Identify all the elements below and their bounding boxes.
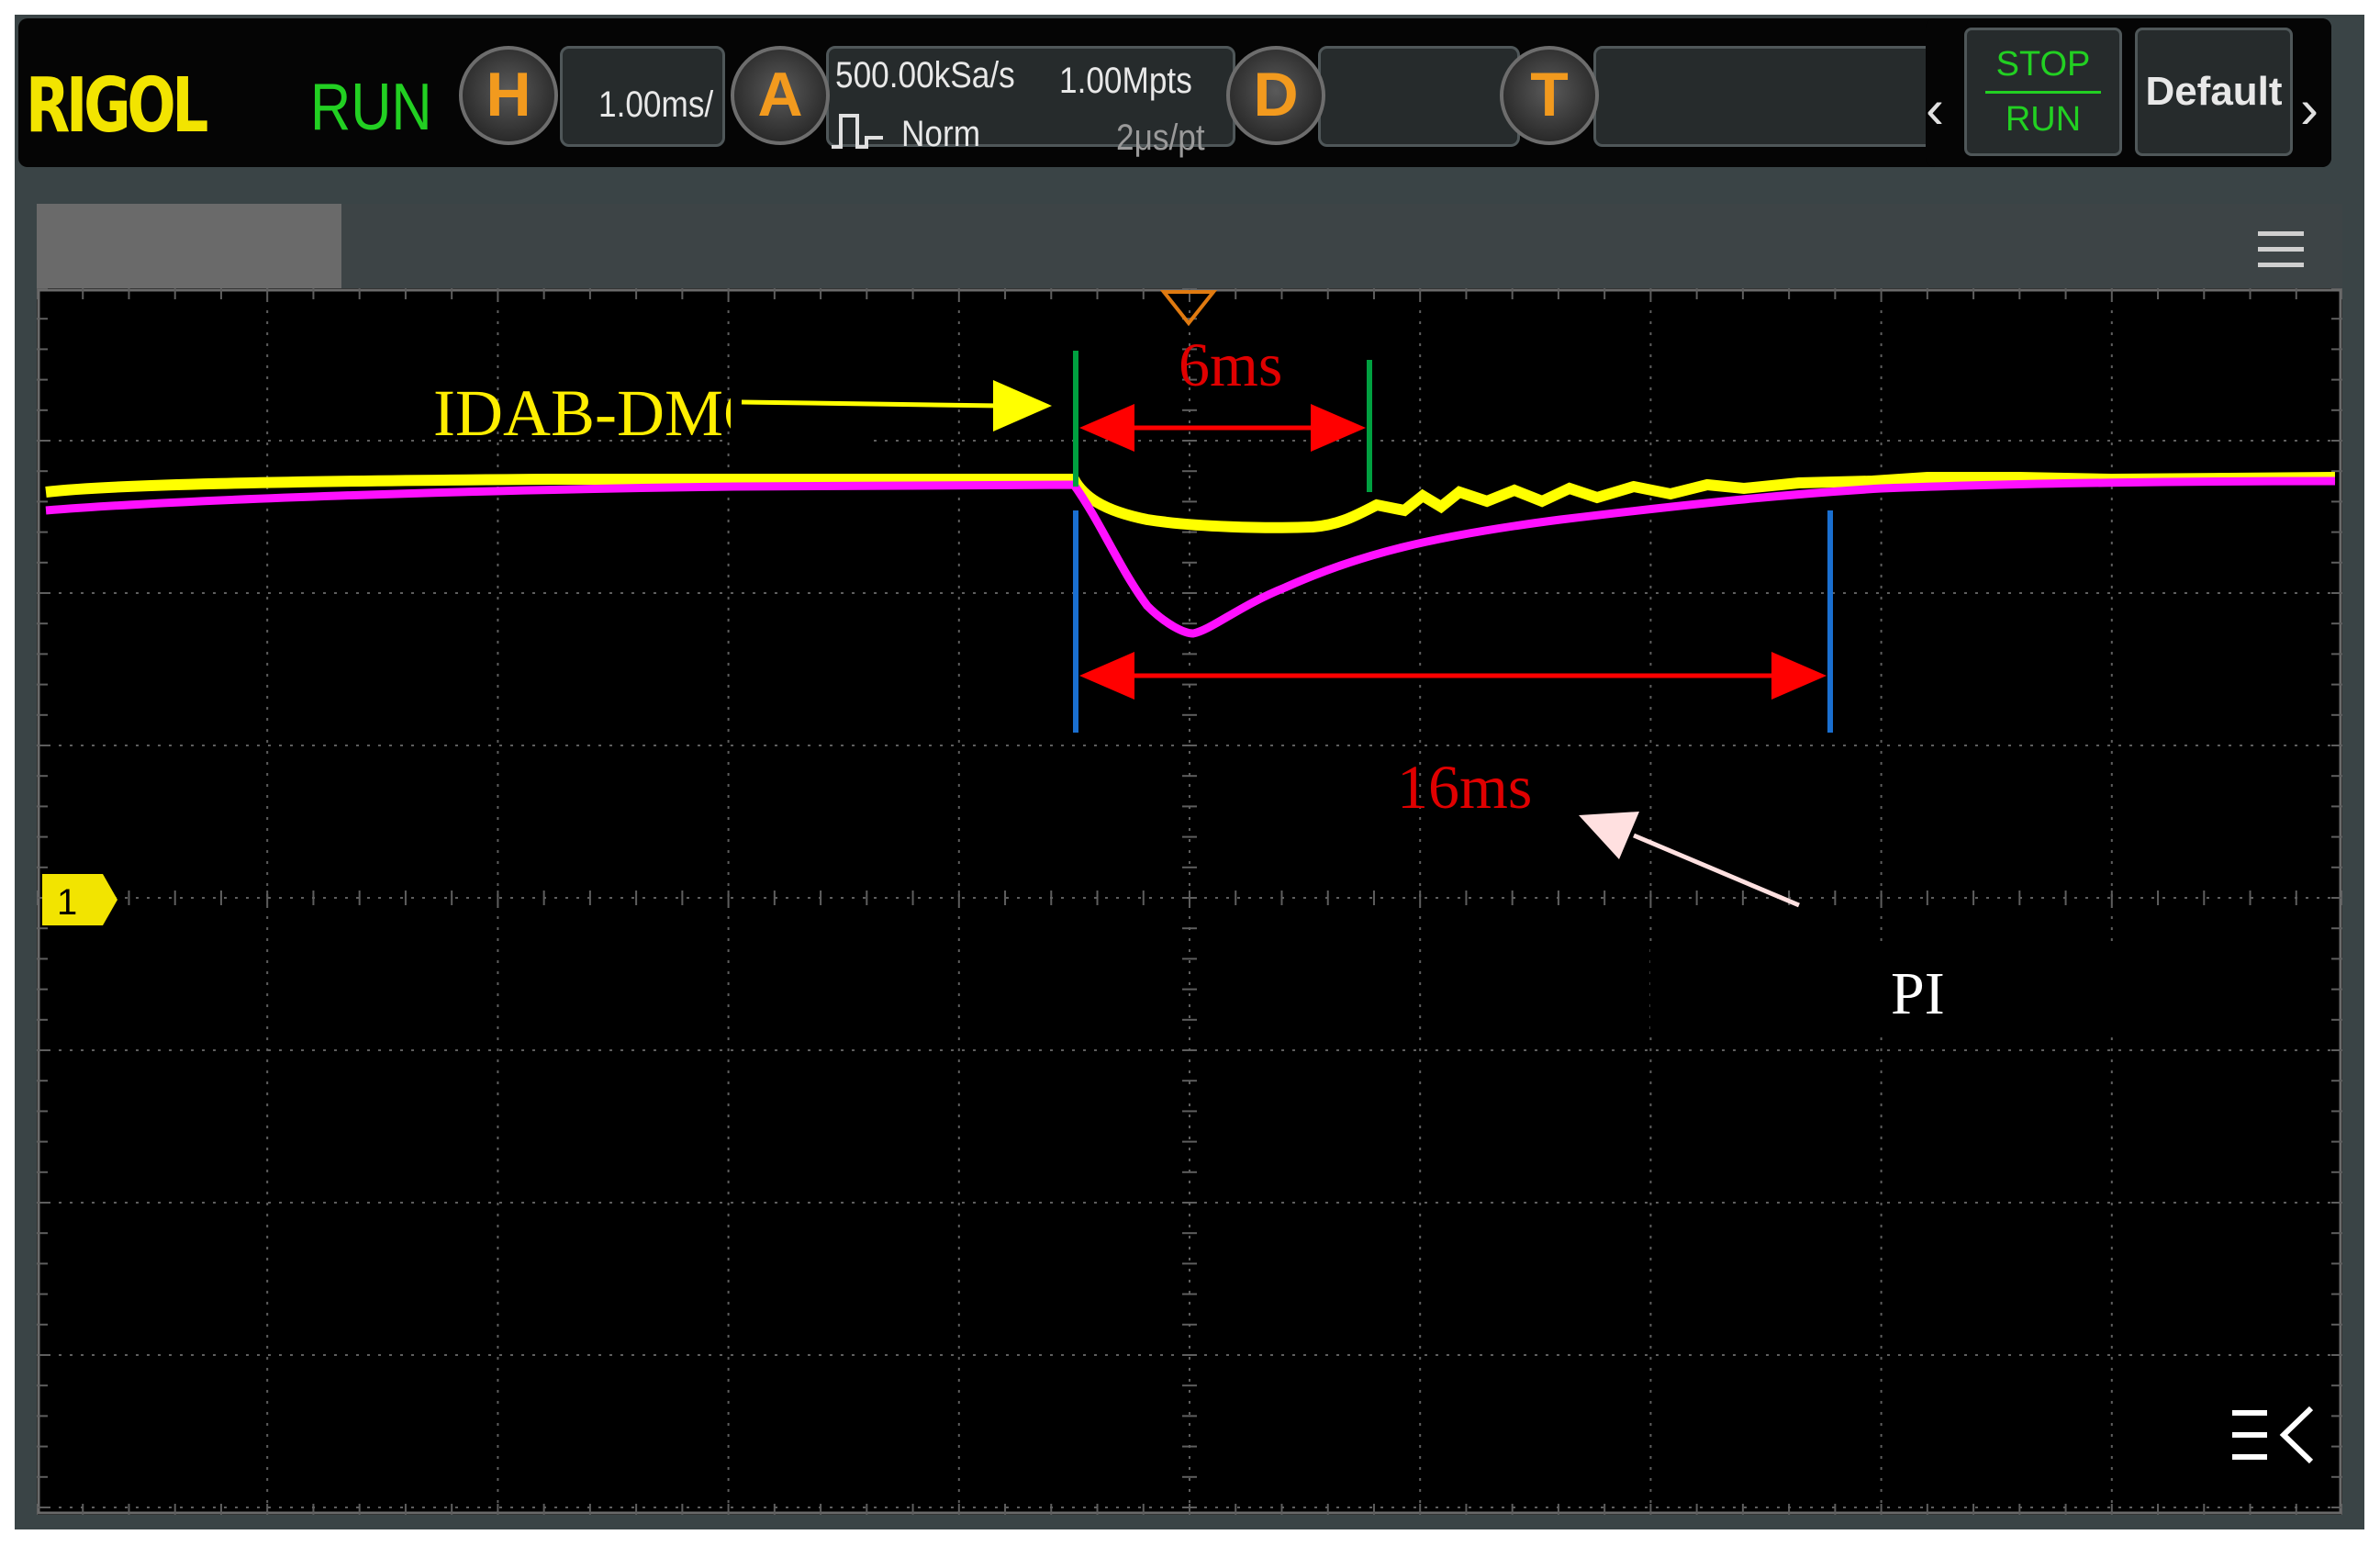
display-panel[interactable] — [1318, 46, 1520, 147]
chevron-right-icon[interactable]: › — [2300, 77, 2319, 140]
time-per-point: 2μs/pt — [1116, 118, 1205, 158]
graticule — [37, 288, 2342, 1515]
default-button[interactable]: Default — [2135, 28, 2293, 156]
acquire-key-label: A — [757, 60, 803, 129]
brand-logo: RIGOL — [26, 62, 208, 150]
trigger-key-button[interactable]: T — [1500, 46, 1599, 145]
trigger-key-label: T — [1530, 60, 1569, 129]
run-label: RUN — [2005, 100, 2082, 139]
memory-depth: 1.00Mpts — [1059, 61, 1192, 101]
waveform-pulse-icon — [832, 114, 883, 149]
acquire-mode: Norm — [901, 114, 981, 154]
title-strip — [37, 204, 2342, 288]
acquire-key-button[interactable]: A — [731, 46, 830, 145]
horizontal-key-button[interactable]: H — [459, 46, 558, 145]
display-key-button[interactable]: D — [1226, 46, 1325, 145]
display-key-label: D — [1253, 60, 1299, 129]
default-label: Default — [2145, 69, 2283, 114]
waveform-display[interactable] — [37, 288, 2342, 1515]
sample-rate: 500.00kSa/s — [835, 55, 1015, 95]
chevron-left-icon[interactable]: ‹ — [1926, 77, 1944, 140]
stop-label: STOP — [1995, 45, 2091, 84]
run-status: RUN — [310, 71, 432, 144]
stop-run-divider — [1985, 91, 2101, 94]
channel-tab[interactable] — [37, 204, 341, 296]
horizontal-scale: 1.00ms/ — [598, 84, 714, 125]
trigger-panel[interactable] — [1593, 46, 1937, 147]
horizontal-key-label: H — [486, 60, 531, 129]
hamburger-menu-icon[interactable] — [2258, 230, 2306, 270]
stop-run-button[interactable]: STOP RUN — [1964, 28, 2122, 156]
